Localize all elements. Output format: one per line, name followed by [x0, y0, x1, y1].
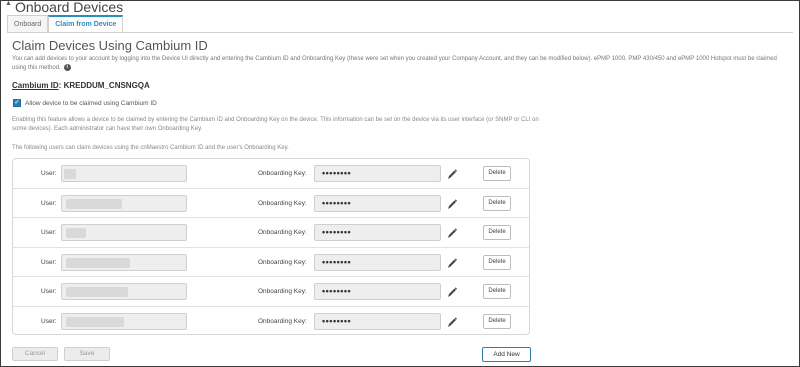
cambium-id-display: Cambium ID: KREDDUM_CNSNGQA — [12, 81, 150, 90]
onboarding-key-field[interactable]: •••••••• — [314, 283, 441, 300]
user-row: User: Onboarding Key: •••••••• Delete — [13, 159, 529, 189]
onboarding-key-field[interactable]: •••••••• — [314, 165, 441, 182]
onboarding-key-field[interactable]: •••••••• — [314, 253, 441, 271]
tab-bar: Onboard Claim from Device — [7, 15, 124, 33]
users-table: User: Onboarding Key: •••••••• Delete Us… — [12, 158, 530, 335]
edit-pencil-icon[interactable] — [447, 256, 457, 268]
description-text: You can add devices to your account by l… — [12, 56, 777, 71]
user-row: User: Onboarding Key: •••••••• Delete — [13, 189, 529, 218]
tab-divider — [7, 32, 793, 33]
section-description: You can add devices to your account by l… — [12, 55, 792, 72]
user-label: User: — [41, 317, 57, 325]
user-label: User: — [41, 288, 57, 295]
user-label: User: — [41, 170, 57, 177]
redacted-username — [66, 198, 122, 209]
tab-onboard[interactable]: Onboard — [7, 15, 49, 33]
page-title: Onboard Devices — [14, 0, 124, 15]
redacted-username — [66, 287, 128, 297]
user-label: User: — [41, 199, 57, 207]
user-field[interactable] — [61, 194, 187, 212]
page-header: ▲ Onboard Devices — [5, 0, 123, 15]
onboarding-key-label: Onboarding Key: — [258, 258, 307, 266]
redacted-username — [66, 228, 86, 238]
delete-button[interactable]: Delete — [483, 254, 511, 270]
info-icon[interactable]: i — [63, 63, 71, 71]
cambium-id-label: Cambium ID — [12, 81, 59, 90]
onboarding-key-field[interactable]: •••••••• — [314, 194, 441, 212]
onboarding-key-label: Onboarding Key: — [258, 229, 307, 236]
delete-button[interactable]: Delete — [483, 225, 511, 240]
onboarding-key-label: Onboarding Key: — [258, 317, 307, 325]
user-row: User: Onboarding Key: •••••••• Delete — [13, 277, 529, 307]
collapse-caret-icon[interactable]: ▲ — [5, 0, 12, 7]
edit-pencil-icon[interactable] — [447, 167, 457, 179]
user-field[interactable] — [61, 312, 187, 330]
onboarding-key-field[interactable]: •••••••• — [314, 224, 441, 241]
redacted-username — [66, 257, 130, 268]
save-button[interactable]: Save — [64, 347, 110, 361]
user-label: User: — [41, 258, 57, 266]
onboarding-key-field[interactable]: •••••••• — [314, 312, 441, 330]
delete-button[interactable]: Delete — [483, 284, 511, 299]
user-field[interactable] — [61, 253, 187, 271]
enabling-help-text: Enabling this feature allows a device to… — [12, 117, 539, 132]
redacted-username — [64, 169, 76, 179]
cambium-id-separator: : — [58, 81, 62, 90]
onboard-devices-window: ▲ Onboard Devices Onboard Claim from Dev… — [0, 0, 800, 367]
cancel-button[interactable]: Cancel — [12, 347, 58, 361]
tab-claim-from-device[interactable]: Claim from Device — [48, 15, 124, 33]
section-title: Claim Devices Using Cambium ID — [12, 38, 208, 53]
edit-pencil-icon[interactable] — [447, 197, 457, 209]
delete-button[interactable]: Delete — [483, 166, 511, 181]
user-field[interactable] — [61, 283, 187, 300]
user-label: User: — [41, 229, 57, 236]
edit-pencil-icon[interactable] — [447, 285, 457, 297]
user-row: User: Onboarding Key: •••••••• Delete — [13, 248, 529, 277]
users-help-text: The following users can claim devices us… — [12, 145, 289, 151]
allow-claim-checkbox[interactable]: ✓ — [13, 99, 21, 107]
allow-claim-row: ✓ Allow device to be claimed using Cambi… — [13, 99, 157, 107]
redacted-username — [66, 316, 124, 327]
add-new-button[interactable]: Add New — [482, 347, 531, 362]
onboarding-key-label: Onboarding Key: — [258, 170, 307, 177]
user-row: User: Onboarding Key: •••••••• Delete — [13, 218, 529, 248]
user-field[interactable] — [61, 224, 187, 241]
delete-button[interactable]: Delete — [483, 313, 511, 329]
allow-claim-label: Allow device to be claimed using Cambium… — [25, 99, 157, 107]
cambium-id-value: KREDDUM_CNSNGQA — [63, 81, 150, 90]
user-row: User: Onboarding Key: •••••••• Delete — [13, 307, 529, 337]
onboarding-key-label: Onboarding Key: — [258, 288, 307, 295]
delete-button[interactable]: Delete — [483, 195, 511, 211]
edit-pencil-icon[interactable] — [447, 315, 457, 327]
user-field[interactable] — [61, 165, 187, 182]
edit-pencil-icon[interactable] — [447, 226, 457, 238]
onboarding-key-label: Onboarding Key: — [258, 199, 307, 207]
